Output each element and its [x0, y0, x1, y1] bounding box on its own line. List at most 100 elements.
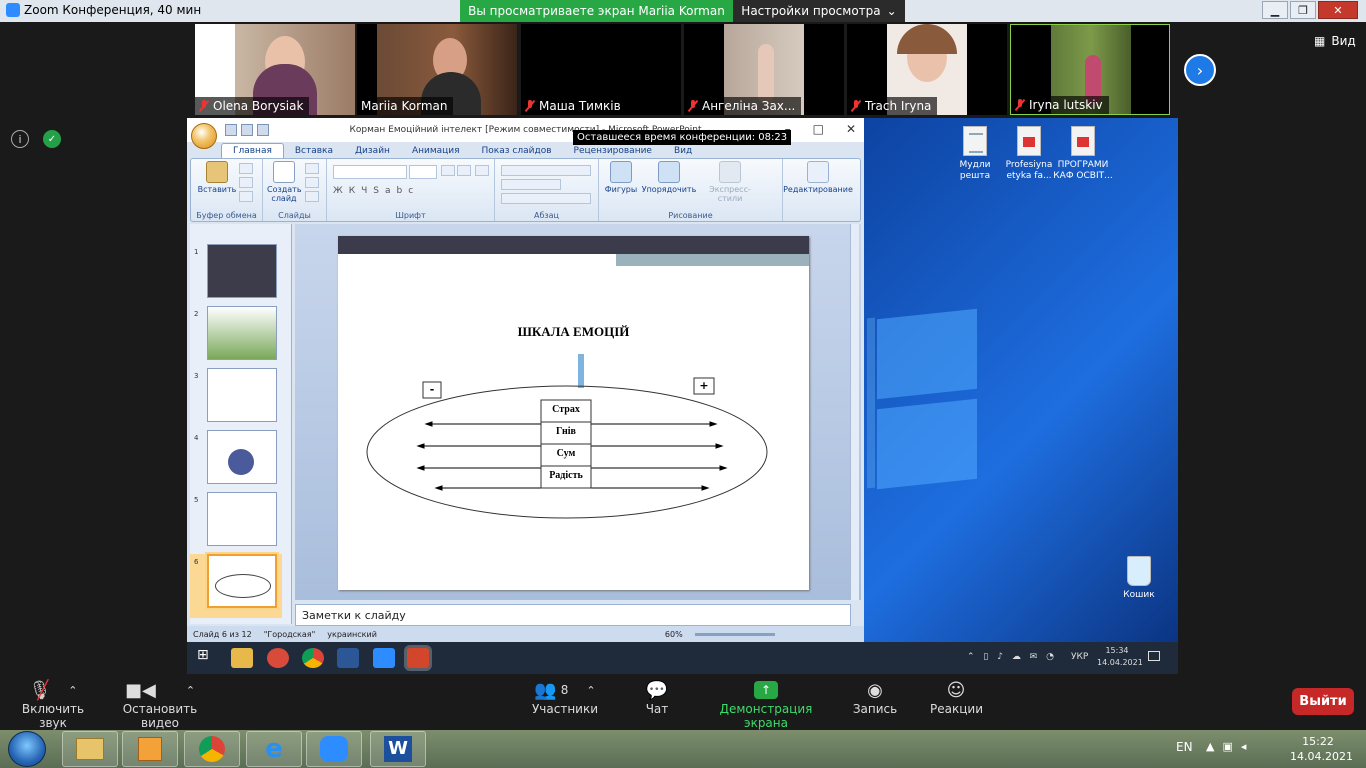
participant-tile[interactable]: Olena Borysiak — [195, 24, 355, 115]
slide-thumbnail[interactable] — [207, 368, 277, 422]
view-button[interactable]: ▦ Вид — [1314, 34, 1356, 48]
encryption-shield-icon[interactable]: ✓ — [43, 130, 61, 148]
desktop-icon[interactable]: ПРОГРАМИ КАФ ОСВІТ... — [1053, 126, 1113, 182]
tab-slideshow[interactable]: Показ слайдов — [471, 144, 563, 158]
editing-button[interactable]: Редактирование — [783, 161, 853, 194]
taskbar-chrome[interactable] — [184, 731, 240, 767]
share-screen-button[interactable]: ↑ Демонстрация экрана — [704, 678, 828, 730]
slide-thumbnail[interactable] — [207, 244, 277, 298]
info-icon[interactable]: i — [11, 130, 29, 148]
reactions-button[interactable]: ☺ Реакции — [930, 678, 983, 717]
clear-format-icon[interactable] — [475, 165, 489, 176]
arrange-button[interactable]: Упорядочить — [641, 161, 697, 194]
align-buttons[interactable] — [501, 193, 591, 204]
reset-icon[interactable] — [305, 177, 319, 188]
font-size-select[interactable] — [409, 165, 437, 179]
slide-thumbnail-selected[interactable] — [207, 554, 277, 608]
save-icon[interactable] — [225, 124, 237, 136]
zoom-app-icon[interactable] — [373, 648, 395, 668]
paste-button[interactable]: Вставить — [197, 161, 237, 194]
cut-icon[interactable] — [239, 163, 253, 174]
quick-styles-button[interactable]: Экспресс-стили — [699, 161, 761, 203]
slide-canvas[interactable]: ШКАЛА ЕМОЦІЙ - + Страх Гнів Сум Радість — [338, 236, 809, 590]
chevron-down-icon: ⌄ — [886, 4, 897, 18]
notes-pane[interactable]: Заметки к слайду — [295, 604, 851, 626]
leave-meeting-button[interactable]: Выйти — [1292, 688, 1354, 715]
maximize-button[interactable]: ❐ — [1290, 1, 1316, 19]
desktop-icon[interactable]: Profesiyna etyka fa... — [999, 126, 1059, 182]
undo-icon[interactable] — [241, 124, 253, 136]
minus-label: - — [429, 383, 435, 396]
app-icon[interactable] — [267, 648, 289, 668]
slide-thumbnail[interactable] — [207, 492, 277, 546]
taskbar-zoom[interactable] — [306, 731, 362, 767]
system-tray-icons[interactable]: ⌃ ▯ ♪ ☁ ✉ ◔ — [967, 652, 1057, 662]
input-language[interactable]: УКР — [1071, 652, 1088, 662]
windows-start-icon[interactable]: ⊞ — [197, 647, 219, 667]
minimize-button[interactable]: ▁ — [1262, 1, 1288, 19]
tab-review[interactable]: Рецензирование — [563, 144, 663, 158]
zoom-slider[interactable] — [694, 632, 775, 636]
close-button[interactable]: ✕ — [1318, 1, 1358, 19]
zoom-level[interactable]: 60% — [665, 630, 683, 639]
participant-tile-active-speaker[interactable]: Iryna lutskiv — [1010, 24, 1170, 115]
font-family-select[interactable] — [333, 165, 407, 179]
tab-design[interactable]: Дизайн — [344, 144, 401, 158]
file-explorer-icon[interactable] — [231, 648, 253, 668]
redo-icon[interactable] — [257, 124, 269, 136]
participant-tile[interactable]: Trach Iryna — [847, 24, 1007, 115]
host-clock[interactable]: 15:22 14.04.2021 — [1290, 734, 1353, 764]
vertical-scrollbar[interactable] — [850, 224, 859, 600]
host-language-indicator[interactable]: EN — [1176, 740, 1193, 754]
next-page-arrow-icon[interactable]: › — [1184, 54, 1216, 86]
delete-slide-icon[interactable] — [305, 191, 319, 202]
participant-tile[interactable]: Ангеліна Зах... — [684, 24, 844, 115]
desktop-icon-recycle-bin[interactable]: Кошик — [1109, 556, 1169, 601]
ppt-maximize-button[interactable]: □ — [813, 122, 824, 136]
ppt-close-button[interactable]: ✕ — [846, 122, 856, 136]
tab-home[interactable]: Главная — [221, 143, 284, 158]
paste-icon — [206, 161, 228, 183]
desktop-icon[interactable]: Мудли решта — [945, 126, 1005, 182]
participant-tile[interactable]: Маша Тимків — [521, 24, 681, 115]
taskbar-ie[interactable]: e — [246, 731, 302, 767]
shrink-font-icon[interactable] — [457, 165, 471, 176]
arrow-head — [719, 465, 728, 471]
taskbar-explorer[interactable] — [62, 731, 118, 767]
host-tray-icons[interactable]: ▲▣◂ — [1206, 740, 1254, 753]
shapes-button[interactable]: Фигуры — [603, 161, 639, 194]
reactions-label: Реакции — [930, 702, 983, 716]
grow-font-icon[interactable] — [441, 165, 455, 176]
stop-video-button[interactable]: ■◀ ⌃ Остановить видео — [108, 678, 212, 731]
tab-view[interactable]: Вид — [663, 144, 703, 158]
chrome-icon[interactable] — [302, 648, 324, 668]
share-banner: Вы просматриваете экран Mariia Korman — [460, 0, 733, 22]
record-button[interactable]: ◉ Запись — [852, 678, 898, 717]
powerpoint-icon[interactable] — [407, 648, 429, 668]
list-buttons[interactable] — [501, 165, 591, 176]
notifications-icon[interactable] — [1148, 651, 1160, 661]
slide-thumbnail[interactable] — [207, 306, 277, 360]
slide-thumbnail[interactable] — [207, 430, 277, 484]
unmute-button[interactable]: 🎙 ╱ ⌃ Включить звук — [10, 678, 96, 731]
ppt-minimize-button[interactable]: – — [785, 122, 791, 136]
taskbar-media[interactable] — [122, 731, 178, 767]
view-settings-button[interactable]: Настройки просмотра ⌄ — [733, 0, 905, 22]
slide-counter: Слайд 6 из 12 — [193, 629, 252, 639]
format-painter-icon[interactable] — [239, 191, 253, 202]
layout-icon[interactable] — [305, 163, 319, 174]
windows-start-orb[interactable] — [8, 731, 46, 767]
taskbar-word[interactable]: W — [370, 731, 426, 767]
participant-tile[interactable]: Mariia Korman — [357, 24, 517, 115]
new-slide-button[interactable]: Создать слайд — [267, 161, 302, 203]
participants-button[interactable]: 👥 8 ⌃ Участники — [520, 678, 610, 717]
clock[interactable]: 15:34 14.04.2021 — [1097, 645, 1143, 669]
group-label: Шрифт — [395, 211, 426, 220]
font-format-buttons[interactable]: ЖКЧSabc — [333, 186, 419, 196]
chat-button[interactable]: 💬 Чат — [640, 678, 674, 717]
tab-insert[interactable]: Вставка — [284, 144, 344, 158]
tab-animation[interactable]: Анимация — [401, 144, 471, 158]
copy-icon[interactable] — [239, 177, 253, 188]
direction-buttons[interactable] — [501, 179, 561, 190]
word-icon[interactable] — [337, 648, 359, 668]
